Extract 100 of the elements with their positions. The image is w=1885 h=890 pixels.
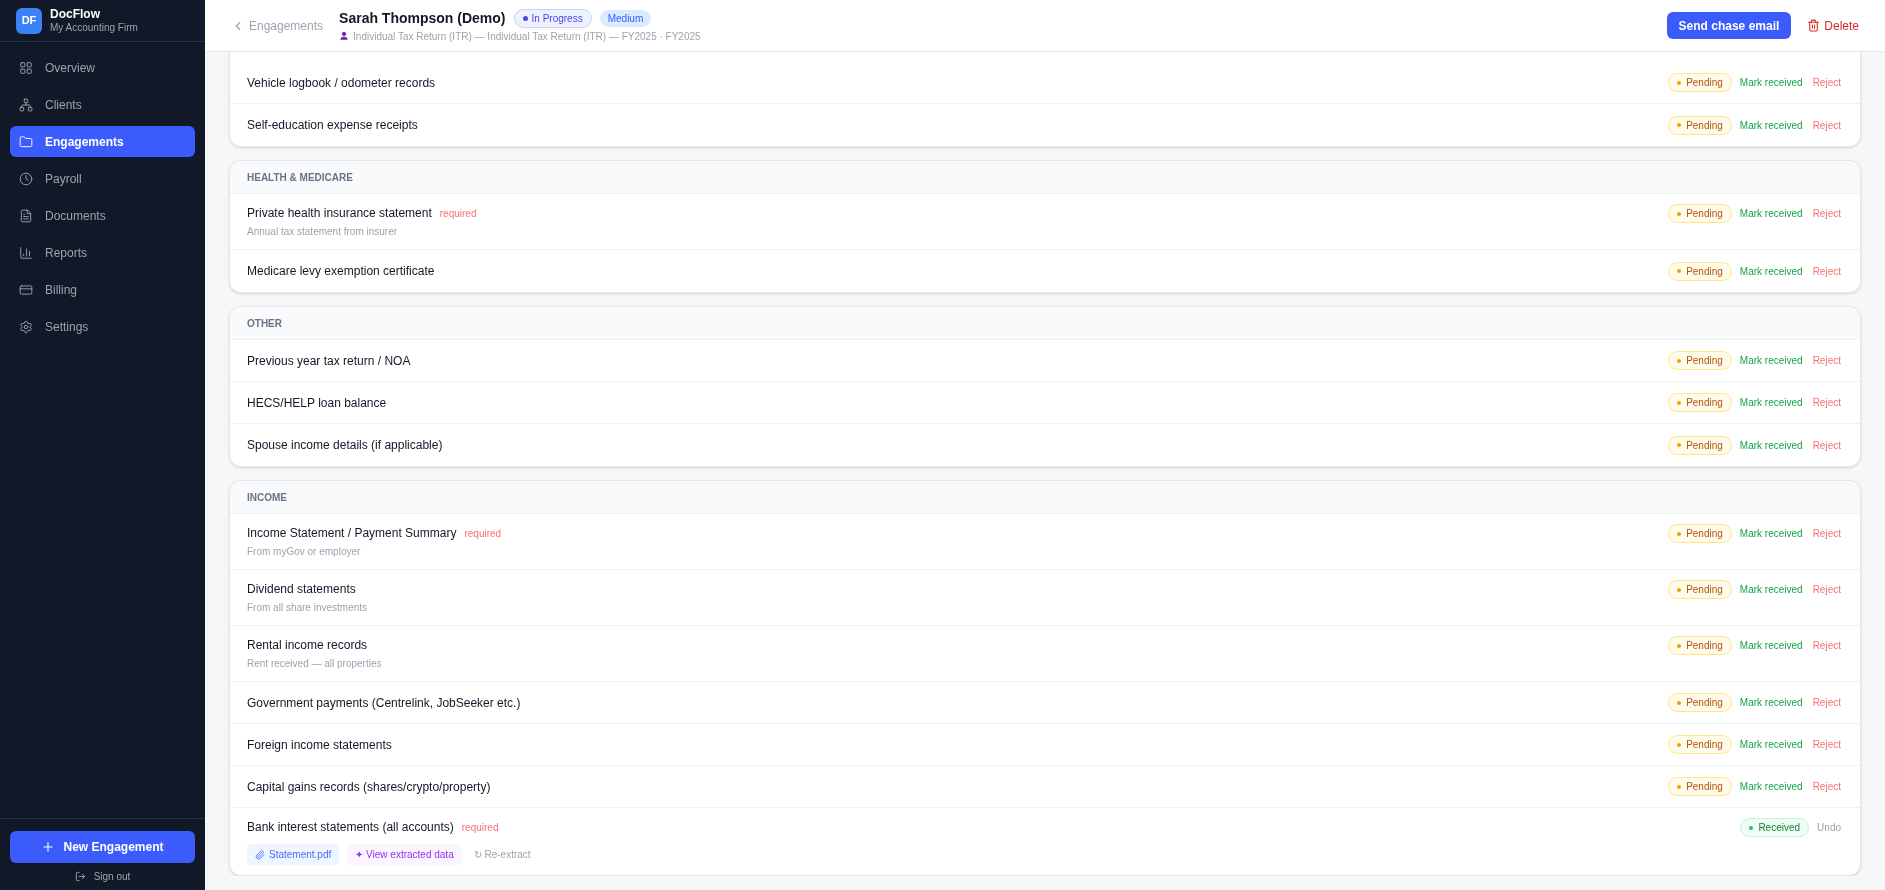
nav-item[interactable]: Clients	[10, 89, 195, 120]
required-tag: required	[439, 205, 477, 221]
nav-item[interactable]: Settings	[10, 311, 195, 342]
status-badge: Pending	[1668, 73, 1732, 92]
nav-item[interactable]: Engagements	[10, 126, 195, 157]
document-name: Self-education expense receipts	[247, 117, 418, 134]
status-badge: Pending	[1668, 204, 1732, 223]
bar-chart-icon	[19, 245, 33, 260]
sign-out-link[interactable]: Sign out	[74, 869, 131, 884]
action-link[interactable]: Mark received	[1737, 75, 1805, 90]
status-badge: In Progress	[513, 8, 592, 28]
status-badge: Pending	[1668, 580, 1732, 599]
folder-icon	[19, 134, 33, 149]
action-link[interactable]: Reject	[1810, 437, 1843, 453]
status-badge: Received	[1740, 818, 1810, 837]
send-chase-email-button[interactable]: Send chase email	[1666, 12, 1792, 39]
settings-icon	[19, 319, 33, 334]
delete-button[interactable]: Delete	[1807, 16, 1859, 35]
status-badge: Pending	[1668, 777, 1732, 796]
document-note: Annual tax statement from insurer	[247, 225, 399, 239]
action-link[interactable]: Mark received	[1737, 638, 1805, 653]
app-name: DocFlow	[50, 6, 101, 22]
client-title: Sarah Thompson (Demo)	[339, 8, 506, 28]
document-name: Rental income records	[247, 637, 368, 654]
document-name: Spouse income details (if applicable)	[247, 437, 443, 454]
document-name: Vehicle logbook / odometer records	[247, 74, 436, 92]
document-name: Previous year tax return / NOA	[247, 352, 411, 370]
person-icon	[339, 31, 350, 41]
status-badge: Pending	[1668, 393, 1732, 412]
new-engagement-button[interactable]: New Engagement	[10, 831, 195, 863]
document-icon	[19, 208, 33, 223]
status-badge: Pending	[1668, 693, 1732, 712]
document-name: Dividend statements	[247, 581, 356, 598]
action-link[interactable]: Mark received	[1737, 206, 1805, 221]
action-link[interactable]: Mark received	[1737, 353, 1805, 368]
status-badge: Pending	[1668, 351, 1732, 370]
action-link[interactable]: Reject	[1810, 353, 1843, 368]
view-extracted-data-button[interactable]: ✦ View extracted data	[347, 844, 462, 865]
sign-out-icon	[74, 871, 86, 882]
attachment-chip[interactable]: Statement.pdf	[247, 844, 340, 865]
back-link[interactable]: Engagements	[231, 16, 324, 35]
action-link[interactable]: Reject	[1810, 779, 1843, 794]
priority-badge: Medium	[599, 9, 652, 27]
logo-badge: DF	[16, 7, 42, 34]
document-note: From all share investments	[247, 601, 369, 615]
nav-item[interactable]: Documents	[10, 200, 195, 231]
paperclip-icon	[255, 849, 265, 860]
card-icon	[19, 282, 33, 297]
trash-icon	[1807, 19, 1821, 32]
action-link[interactable]: Mark received	[1737, 437, 1805, 453]
status-badge: Pending	[1668, 636, 1732, 655]
action-link[interactable]: Mark received	[1737, 117, 1805, 133]
document-name: Private health insurance statement	[247, 205, 432, 222]
action-link[interactable]: Reject	[1810, 395, 1843, 410]
document-name: Income Statement / Payment Summary	[247, 525, 457, 542]
document-name: Bank interest statements (all accounts)	[247, 819, 454, 836]
document-name: Capital gains records (shares/crypto/property)	[247, 778, 491, 796]
nav-item[interactable]: Reports	[10, 237, 195, 268]
document-name: Government payments (Centrelink, JobSeeker etc.)	[247, 694, 521, 712]
action-link[interactable]: Reject	[1810, 526, 1843, 541]
action-link[interactable]: Mark received	[1737, 582, 1805, 597]
action-link[interactable]: Reject	[1810, 75, 1843, 90]
document-note: Rent received — all properties	[247, 657, 383, 671]
grid-icon	[19, 60, 33, 75]
action-link[interactable]: Reject	[1810, 206, 1843, 221]
action-link[interactable]: Reject	[1810, 695, 1843, 710]
status-badge: Pending	[1668, 735, 1732, 754]
section-header: HEALTH & MEDICARE	[230, 161, 1860, 194]
document-name: Medicare levy exemption certificate	[247, 263, 435, 280]
section-header: INCOME	[230, 481, 1860, 514]
action-link[interactable]: Mark received	[1737, 779, 1805, 794]
re-extract-button[interactable]: ↻ Re-extract	[469, 847, 535, 862]
action-link[interactable]: Mark received	[1737, 526, 1805, 541]
action-link[interactable]: Reject	[1810, 737, 1843, 752]
clock-icon	[19, 171, 33, 186]
document-name: Foreign income statements	[247, 736, 392, 754]
action-link[interactable]: Mark received	[1737, 395, 1805, 410]
status-badge: Pending	[1668, 524, 1732, 543]
action-link[interactable]: Reject	[1810, 582, 1843, 597]
status-badge: Pending	[1668, 115, 1732, 135]
action-link[interactable]: Mark received	[1737, 737, 1805, 752]
action-link[interactable]: Reject	[1810, 263, 1843, 279]
action-link[interactable]: Mark received	[1737, 695, 1805, 710]
document-name: HECS/HELP loan balance	[247, 394, 387, 412]
action-link[interactable]: Undo	[1815, 820, 1843, 835]
engagement-subtitle: Individual Tax Return (ITR) — Individual Tax Return (ITR) — FY2025 · FY2025	[353, 29, 701, 44]
section-header: OTHER	[230, 307, 1860, 340]
action-link[interactable]: Reject	[1810, 638, 1843, 653]
nav-item[interactable]: Overview	[10, 52, 195, 83]
plus-icon	[41, 840, 56, 854]
org-chart-icon	[19, 97, 33, 112]
firm-name: My Accounting Firm	[50, 21, 138, 35]
action-link[interactable]: Reject	[1810, 117, 1843, 133]
required-tag: required	[464, 525, 502, 541]
required-tag: required	[461, 819, 499, 835]
document-note: From myGov or employer	[247, 545, 362, 559]
nav-item[interactable]: Payroll	[10, 163, 195, 194]
status-badge: Pending	[1668, 435, 1732, 455]
nav-item[interactable]: Billing	[10, 274, 195, 305]
action-link[interactable]: Mark received	[1737, 263, 1805, 279]
